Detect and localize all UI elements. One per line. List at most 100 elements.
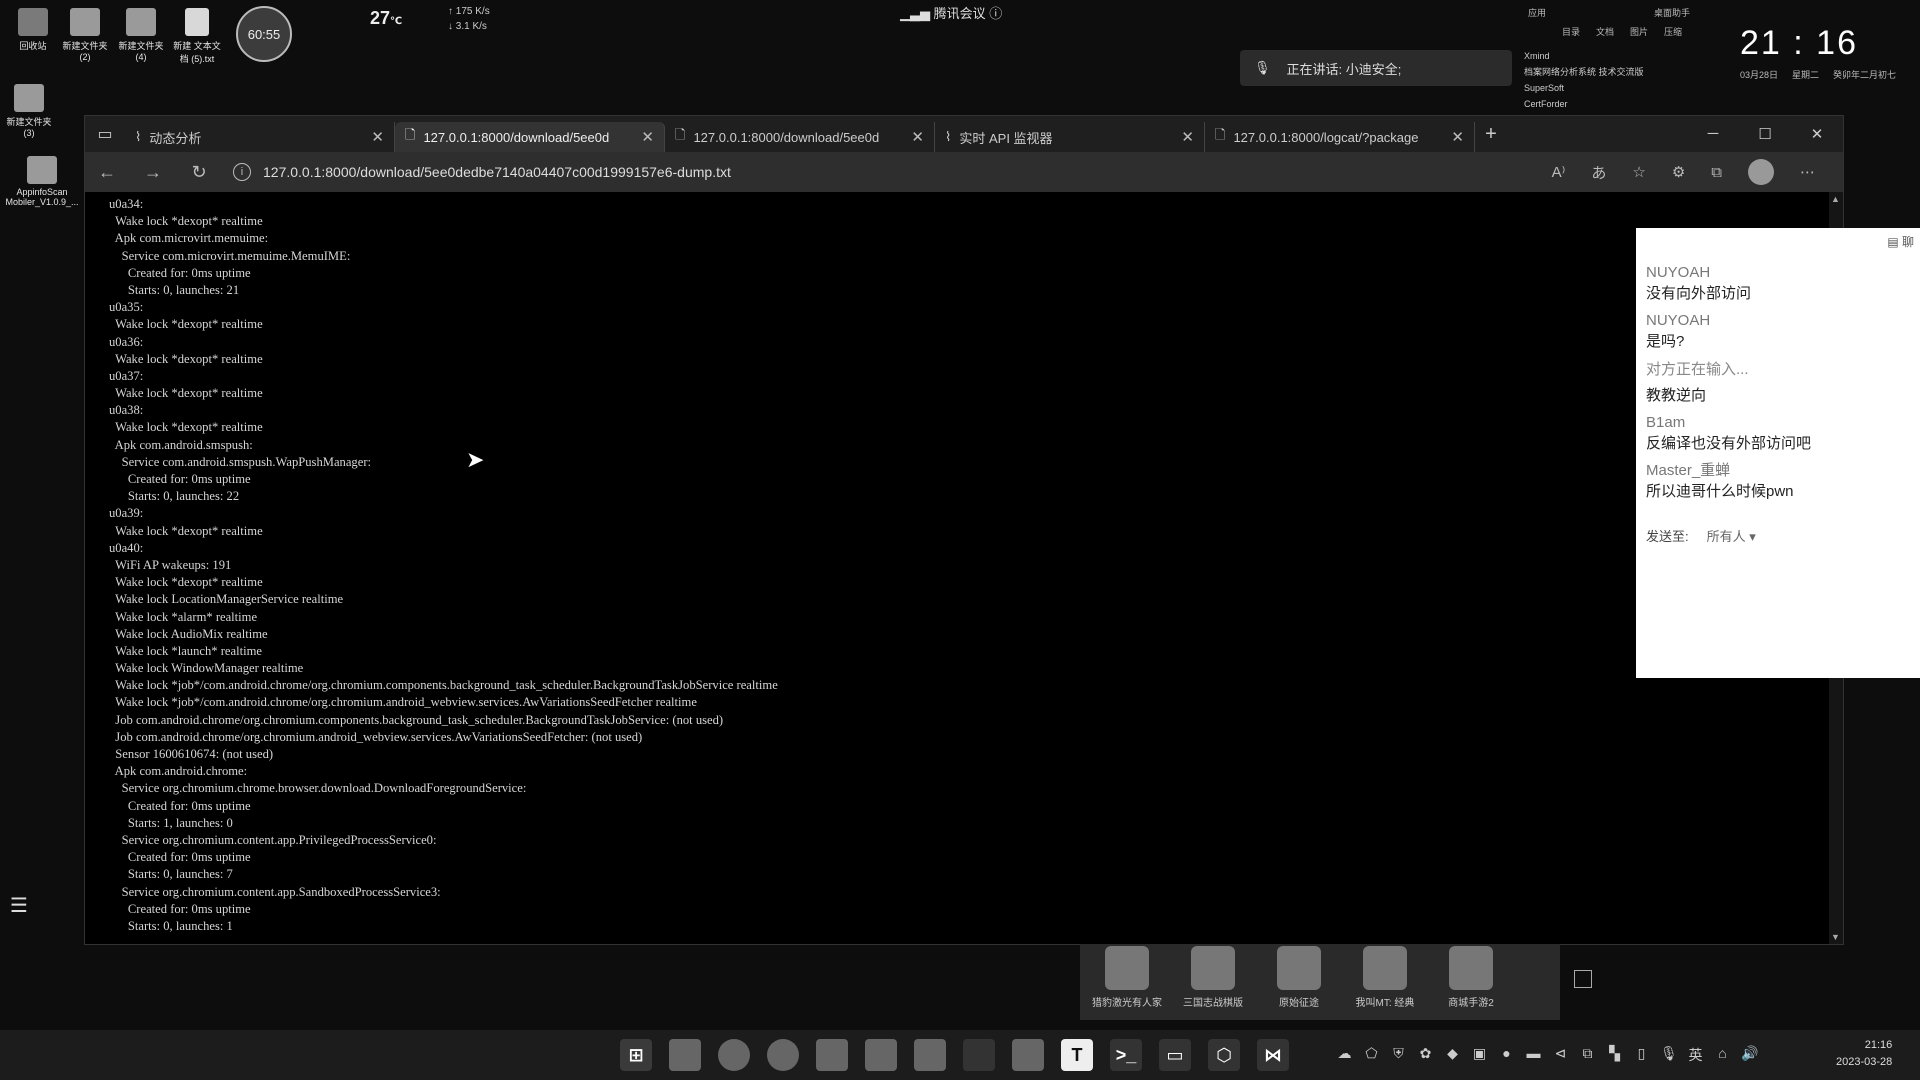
side-app-item[interactable]: Xmind [1524,48,1644,64]
start-menu-icon[interactable]: ⊞ [620,1039,652,1071]
scroll-up-icon[interactable]: ▲ [1831,194,1840,204]
tab-download-dump[interactable]: 🗋 127.0.0.1:8000/download/5ee0d ✕ [395,122,665,152]
app-icon[interactable] [865,1039,897,1071]
tab-dynamic-analysis[interactable]: ⌇ 动态分析 ✕ [125,122,395,152]
address-bar[interactable]: i 127.0.0.1:8000/download/5ee0dedbe7140a… [233,156,1433,188]
dump-line: Wake lock WindowManager realtime [109,661,304,676]
desktop-icon-textfile[interactable]: 新建 文本文档 (5).txt [170,8,224,65]
desktop-icon-recycle-bin[interactable]: 回收站 [6,8,60,52]
collections-icon[interactable]: ⧉ [1711,164,1722,181]
scroll-down-icon[interactable]: ▼ [1831,932,1840,942]
more-icon[interactable]: ⋯ [1800,163,1815,181]
toolbar-actions: A⁾ あ ☆ ⚙ ⧉ ⋯ [1552,159,1833,185]
quick-menu-archive[interactable]: 压缩 [1664,25,1682,38]
send-target-select[interactable]: 所有人 ▾ [1707,526,1756,545]
close-window-icon[interactable]: ✕ [1791,125,1843,143]
site-info-icon[interactable]: i [233,163,251,181]
app-icon[interactable] [963,1039,995,1071]
close-tab-icon[interactable]: ✕ [1451,128,1464,146]
game-item[interactable]: 猎豹激光有人家 [1088,946,1166,1018]
forward-icon[interactable]: → [141,162,165,183]
tray-app-icon[interactable]: ▬ [1525,1045,1542,1065]
ime-indicator[interactable]: 英 [1687,1045,1704,1065]
new-tab-button[interactable]: + [1475,123,1507,146]
desktop-icon-app[interactable]: AppinfoScan Mobiler_V1.0.9_... [0,156,84,207]
dump-line: Wake lock *job*/com.android.chrome/org.c… [109,695,697,710]
quick-menu-assistant[interactable]: 桌面助手 [1654,6,1690,19]
game-label: 猎豹激光有人家 [1092,998,1162,1009]
close-tab-icon[interactable]: ✕ [1181,128,1194,146]
file-explorer-icon[interactable] [669,1039,701,1071]
reload-icon[interactable]: ↻ [187,162,211,183]
desktop-icon-folder[interactable]: 新建文件夹 (3) [2,84,56,138]
list-icon[interactable]: ☰ [10,893,28,918]
chrome-icon[interactable] [767,1039,799,1071]
microphone-icon[interactable]: 🎙 [1660,1045,1678,1065]
tab-api-monitor[interactable]: ⌇ 实时 API 监视器 ✕ [935,122,1205,152]
translate-icon[interactable]: あ [1591,162,1606,183]
window-icon[interactable]: ▭ [1159,1039,1191,1071]
game-item[interactable]: 商城手游2 [1432,946,1510,1018]
edge-browser-icon[interactable] [718,1039,750,1071]
desktop-clock-date: 03月28日 星期二 癸卯年二月初七 [1740,68,1896,81]
read-aloud-icon[interactable]: A⁾ [1552,163,1566,181]
tray-app-icon[interactable]: ▣ [1471,1045,1488,1065]
meeting-title[interactable]: ▁▃▅ 腾讯会议 ⓘ [900,3,1002,22]
speaking-indicator: 🎙 正在讲话: 小迪安全; [1240,50,1512,86]
avatar[interactable] [1748,159,1774,185]
quick-menu-docs[interactable]: 文档 [1596,25,1614,38]
typora-icon[interactable]: T [1061,1039,1093,1071]
tray-shield-icon[interactable]: ⛨ [1390,1045,1407,1065]
favorite-icon[interactable]: ☆ [1632,163,1645,181]
taskbar-clock[interactable]: 21:16 2023-03-28 [1836,1037,1892,1071]
gamebar-expand-icon[interactable] [1574,970,1592,988]
tab-download[interactable]: 🗋 127.0.0.1:8000/download/5ee0d ✕ [665,122,935,152]
quick-menu-dir[interactable]: 目录 [1562,25,1580,38]
info-icon[interactable]: ⓘ [989,6,1002,21]
tray-app-icon[interactable]: ☁ [1336,1045,1353,1065]
game-item[interactable]: 原始征途 [1260,946,1338,1018]
side-app-item[interactable]: SuperSoft [1524,80,1644,96]
minimize-icon[interactable]: ─ [1687,125,1739,143]
back-icon[interactable]: ← [95,162,119,183]
close-tab-icon[interactable]: ✕ [911,128,924,146]
desktop-icon-folder[interactable]: 新建文件夹 (4) [114,8,168,62]
side-app-item[interactable]: CertForder [1524,96,1644,112]
terminal-icon[interactable]: >_ [1110,1039,1142,1071]
network-icon[interactable]: ⌂ [1714,1045,1731,1065]
game-item[interactable]: 三国志战棋版 [1174,946,1252,1018]
tray-app-icon[interactable]: ▯ [1633,1045,1650,1065]
extensions-icon[interactable]: ⚙ [1672,163,1685,181]
app-icon[interactable] [1012,1039,1044,1071]
tray-app-icon[interactable]: ⬠ [1363,1045,1380,1065]
game-item[interactable]: 我叫MT: 经典 [1346,946,1424,1018]
quick-menu-apps[interactable]: 应用 [1528,6,1546,19]
volume-icon[interactable]: 🔊 [1741,1045,1758,1065]
close-tab-icon[interactable]: ✕ [371,128,384,146]
app-icon[interactable] [914,1039,946,1071]
meeting-timer[interactable]: 60:55 [236,6,292,62]
url-text[interactable]: 127.0.0.1:8000/download/5ee0dedbe7140a04… [263,164,731,180]
settings-icon[interactable]: ⬡ [1208,1039,1240,1071]
tab-logcat[interactable]: 🗋 127.0.0.1:8000/logcat/?package ✕ [1205,122,1475,152]
app-icon[interactable] [816,1039,848,1071]
chat-message: NUYOAH 没有向外部访问 [1646,262,1920,304]
chat-input[interactable] [1646,559,1920,583]
close-tab-icon[interactable]: ✕ [641,128,654,146]
tray-app-icon[interactable]: ⊲ [1552,1045,1569,1065]
tray-app-icon[interactable]: ● [1498,1045,1515,1065]
chat-sender: B1am [1646,414,1686,431]
tab-actions-icon[interactable]: ▭ [85,116,125,152]
tray-app-icon[interactable]: ⧉ [1579,1045,1596,1065]
quick-menu-images[interactable]: 图片 [1630,25,1648,38]
taskbar-time: 21:16 [1864,1039,1893,1051]
side-app-item[interactable]: 档案网络分析系统 技术交流版 [1524,64,1644,80]
desktop-icon-folder[interactable]: 新建文件夹 (2) [58,8,112,62]
tray-app-icon[interactable]: ◆ [1444,1045,1461,1065]
taskbar: ⊞ T >_ ▭ ⬡ ⋈ ☁ ⬠ ⛨ ✿ ◆ ▣ ● ▬ ⊲ ⧉ ▚ ▯ 🎙 英… [0,1030,1920,1080]
tray-app-icon[interactable]: ▚ [1606,1045,1623,1065]
tray-app-icon[interactable]: ✿ [1417,1045,1434,1065]
maximize-icon[interactable]: ☐ [1739,125,1791,143]
vscode-icon[interactable]: ⋈ [1257,1039,1289,1071]
weather-widget[interactable]: 27℃ [370,8,402,29]
